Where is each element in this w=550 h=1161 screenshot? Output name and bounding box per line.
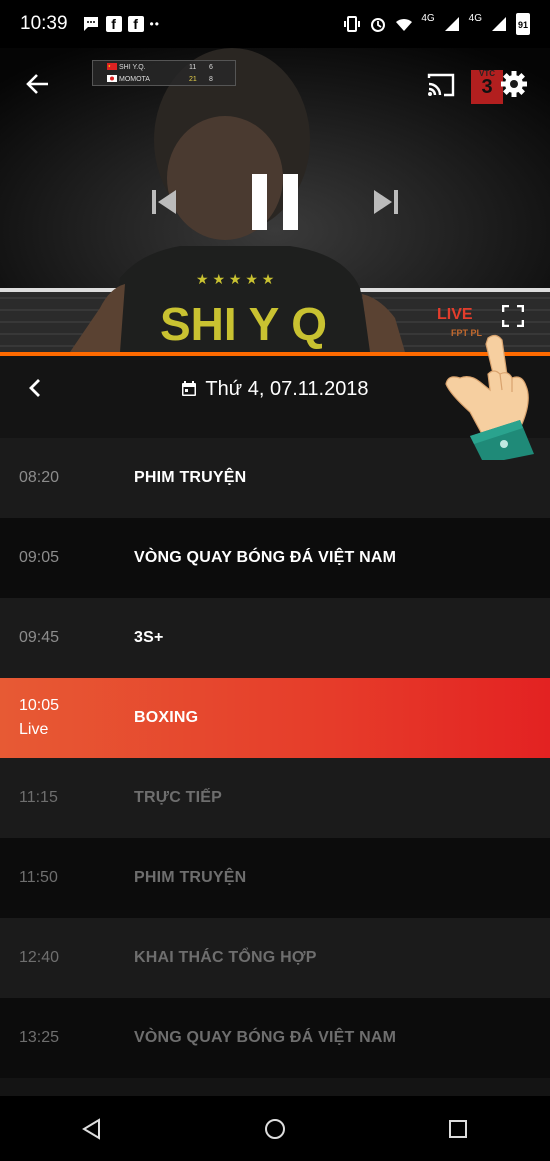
nav-home-icon: [264, 1118, 285, 1139]
program-time: 08:20: [19, 469, 60, 486]
date-display[interactable]: Thứ 4, 07.11.2018: [181, 377, 369, 401]
android-nav-bar: [0, 1096, 550, 1161]
program-time: 13:25: [19, 1029, 60, 1046]
skip-previous-icon[interactable]: [150, 188, 178, 216]
chevron-left-icon[interactable]: [24, 376, 48, 400]
back-arrow-icon[interactable]: [24, 70, 52, 98]
alarm-icon: [371, 18, 386, 32]
battery-icon: 91: [516, 13, 530, 35]
schedule-row-live[interactable]: 10:05 Live BOXING: [0, 678, 550, 758]
schedule-row[interactable]: 11:15 TRỰC TIẾP: [0, 758, 550, 838]
nav-recents-icon: [449, 1119, 468, 1138]
more-notifications-icon: ••: [149, 17, 160, 31]
schedule-row[interactable]: 09:05 VÒNG QUAY BÓNG ĐÁ VIỆT NAM: [0, 518, 550, 598]
nav-recents-button[interactable]: [438, 1109, 478, 1149]
schedule-row[interactable]: 09:45 3S+: [0, 598, 550, 678]
scoreboard-row-2: MOMOTA 21 8: [93, 73, 235, 85]
nav-home-button[interactable]: [255, 1109, 295, 1149]
japan-flag-icon: [107, 75, 117, 82]
message-icon: [83, 17, 98, 31]
calendar-icon: [182, 381, 197, 396]
program-title: VÒNG QUAY BÓNG ĐÁ VIỆT NAM: [134, 549, 397, 566]
schedule-row[interactable]: 12:40 KHAI THÁC TỔNG HỢP: [0, 918, 550, 998]
schedule-row[interactable]: 11:50 PHIM TRUYỆN: [0, 838, 550, 918]
skip-next-icon[interactable]: [372, 188, 400, 216]
pointing-hand-icon: [445, 334, 534, 460]
status-bar: 10:39 f f •• 4G 4G 91: [0, 0, 550, 48]
program-title: PHIM TRUYỆN: [134, 469, 247, 486]
vibrate-icon: [344, 16, 361, 32]
facebook-icon: f: [105, 16, 122, 32]
program-title: TRỰC TIẾP: [134, 789, 222, 806]
program-title: BOXING: [134, 709, 199, 726]
wifi-icon: [396, 18, 413, 31]
status-right: 4G 4G 91: [343, 13, 530, 35]
network-type-2: 4G: [468, 12, 482, 24]
svg-text:★ ★ ★ ★ ★: ★ ★ ★ ★ ★: [196, 271, 274, 287]
scoreboard: ★ SHI Y.Q. 11 6 MOMOTA 21 8: [92, 60, 236, 86]
scoreboard-row-1: ★ SHI Y.Q. 11 6: [107, 63, 213, 71]
china-flag-icon: ★: [107, 63, 117, 70]
fullscreen-icon[interactable]: [502, 305, 524, 327]
video-player[interactable]: SHI Y Q ★ ★ ★ ★ ★ ★ SHI Y.Q. 11 6 MOMOTA…: [0, 48, 550, 352]
program-schedule-list: 08:20 PHIM TRUYỆN 09:05 VÒNG QUAY BÓNG Đ…: [0, 438, 550, 1096]
program-time: 12:40: [19, 949, 60, 966]
program-title: 3S+: [134, 629, 164, 646]
svg-text:SHI Y Q: SHI Y Q: [160, 298, 327, 350]
facebook-icon: f: [127, 16, 144, 32]
program-time: 11:50: [19, 869, 58, 886]
live-tag: Live: [19, 721, 49, 738]
svg-text:★: ★: [108, 64, 111, 68]
date-text: Thứ 4, 07.11.2018: [205, 377, 369, 400]
program-time: 09:05: [19, 549, 60, 566]
network-type-1: 4G: [421, 12, 435, 24]
settings-gear-icon[interactable]: [500, 70, 528, 98]
schedule-row[interactable]: 13:25 VÒNG QUAY BÓNG ĐÁ VIỆT NAM: [0, 998, 550, 1078]
signal-icon-1: [444, 17, 459, 31]
live-indicator: LIVE: [437, 306, 473, 323]
program-title: PHIM TRUYỆN: [134, 869, 247, 886]
status-left: 10:39 f f ••: [20, 13, 160, 35]
cast-icon[interactable]: [427, 72, 455, 98]
program-time: 10:05 Live: [19, 694, 134, 742]
program-time: 11:15: [19, 789, 58, 806]
program-time: 09:45: [19, 629, 60, 646]
signal-icon-2: [492, 17, 506, 31]
nav-back-icon: [81, 1117, 100, 1140]
program-title: KHAI THÁC TỔNG HỢP: [134, 949, 317, 966]
program-title: VÒNG QUAY BÓNG ĐÁ VIỆT NAM: [134, 1029, 397, 1046]
channel-logo: VTC 3: [471, 69, 503, 104]
pause-icon[interactable]: [250, 174, 300, 230]
status-time: 10:39: [20, 13, 68, 34]
nav-back-button[interactable]: [72, 1109, 112, 1149]
